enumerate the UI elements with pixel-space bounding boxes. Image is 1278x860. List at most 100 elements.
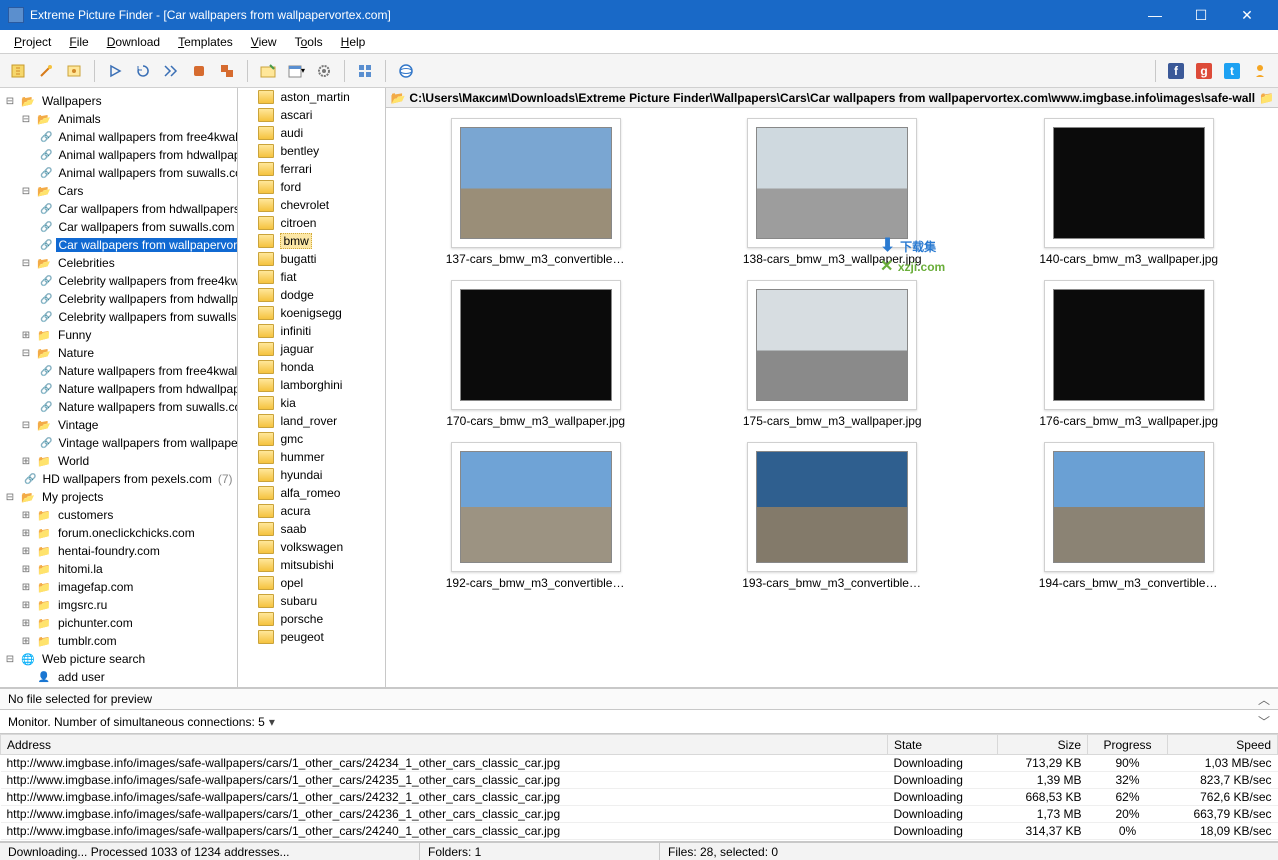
magic-wand-icon[interactable] [34, 59, 58, 83]
folder-row[interactable]: audi [238, 124, 385, 142]
folder-row[interactable]: ascari [238, 106, 385, 124]
tree-toggle[interactable]: ⊞ [20, 528, 32, 539]
thumbnail[interactable]: 138-cars_bmw_m3_wallpaper.jpg [689, 118, 976, 266]
tree-funny[interactable]: ⊞ Funny [0, 326, 237, 344]
tree-toggle[interactable]: ⊟ [20, 420, 32, 431]
tree-adduser[interactable]: add user [0, 668, 237, 686]
tree-toggle[interactable]: ⊞ [20, 636, 32, 647]
tree-toggle[interactable]: ⊞ [20, 456, 32, 467]
menu-view[interactable]: View [243, 33, 285, 51]
thumbnail[interactable]: 137-cars_bmw_m3_convertible_wallp... [392, 118, 679, 266]
open-folder-icon[interactable] [256, 59, 280, 83]
facebook-icon[interactable]: f [1164, 59, 1188, 83]
thumbnail[interactable]: 140-cars_bmw_m3_wallpaper.jpg [985, 118, 1272, 266]
tree-toggle[interactable]: ⊞ [20, 546, 32, 557]
refresh-icon[interactable] [131, 59, 155, 83]
tree-item[interactable]: Celebrity wallpapers from hdwallpapers.i… [0, 290, 237, 308]
tree-item[interactable]: ⊞ pichunter.com [0, 614, 237, 632]
tree-item[interactable]: ⊞ imagefap.com [0, 578, 237, 596]
tree-item[interactable]: Celebrity wallpapers from free4kwallpape… [0, 272, 237, 290]
tree-item[interactable]: sunshine beach (88) [0, 686, 237, 687]
folder-row[interactable]: bugatti [238, 250, 385, 268]
folder-row[interactable]: chevrolet [238, 196, 385, 214]
tree-item[interactable]: Nature wallpapers from suwalls.com [0, 398, 237, 416]
folder-row[interactable]: fiat [238, 268, 385, 286]
folder-row[interactable]: alfa_romeo [238, 484, 385, 502]
gear-icon[interactable] [312, 59, 336, 83]
tree-item[interactable]: ⊞ hentai-foundry.com [0, 542, 237, 560]
folder-row[interactable]: hyundai [238, 466, 385, 484]
folder-row[interactable]: honda [238, 358, 385, 376]
tree-item[interactable]: Nature wallpapers from hdwallpapers.in [0, 380, 237, 398]
col-speed[interactable]: Speed [1168, 735, 1278, 755]
tree-toggle[interactable]: ⊞ [20, 582, 32, 593]
menu-templates[interactable]: Templates [170, 33, 241, 51]
project-tree[interactable]: ⊟ Wallpapers ⊟ Animals Animal wallpapers… [0, 88, 238, 687]
folder-row[interactable]: jaguar [238, 340, 385, 358]
calendar-icon[interactable]: ▾ [284, 59, 308, 83]
download-grid[interactable]: Address State Size Progress Speed http:/… [0, 734, 1278, 842]
preview-bar[interactable]: No file selected for preview ︿ [0, 688, 1278, 710]
tree-vintage[interactable]: ⊟ Vintage [0, 416, 237, 434]
folder-row[interactable]: opel [238, 574, 385, 592]
folder-row[interactable]: porsche [238, 610, 385, 628]
download-row[interactable]: http://www.imgbase.info/images/safe-wall… [1, 755, 1278, 772]
tree-toggle[interactable]: ⊞ [20, 600, 32, 611]
folder-row[interactable]: lamborghini [238, 376, 385, 394]
stop-all-icon[interactable] [215, 59, 239, 83]
menu-tools[interactable]: Tools [287, 33, 331, 51]
dropdown-icon[interactable]: ▾ [269, 715, 275, 729]
tree-item[interactable]: ⊞ imgsrc.ru [0, 596, 237, 614]
tree-toggle[interactable]: ⊟ [20, 348, 32, 359]
folder-row[interactable]: gmc [238, 430, 385, 448]
folder-list[interactable]: aston_martinascariaudibentleyferrariford… [238, 88, 385, 687]
folder-row[interactable]: hummer [238, 448, 385, 466]
tree-item[interactable]: Animal wallpapers from free4kwallpapers.… [0, 128, 237, 146]
tree-toggle[interactable]: ⊞ [20, 564, 32, 575]
menu-download[interactable]: Download [99, 33, 168, 51]
download-row[interactable]: http://www.imgbase.info/images/safe-wall… [1, 772, 1278, 789]
twitter-icon[interactable]: t [1220, 59, 1244, 83]
col-size[interactable]: Size [998, 735, 1088, 755]
thumbnail[interactable]: 193-cars_bmw_m3_convertible_wallp... [689, 442, 976, 590]
tree-myprojects[interactable]: ⊟ My projects [0, 488, 237, 506]
tree-celebrities[interactable]: ⊟ Celebrities [0, 254, 237, 272]
folder-row[interactable]: dodge [238, 286, 385, 304]
tree-item[interactable]: Car wallpapers from hdwallpapers.in (19) [0, 200, 237, 218]
download-row[interactable]: http://www.imgbase.info/images/safe-wall… [1, 789, 1278, 806]
monitor-bar[interactable]: Monitor. Number of simultaneous connecti… [0, 710, 1278, 734]
folder-row[interactable]: mitsubishi [238, 556, 385, 574]
tree-toggle[interactable]: ⊟ [20, 258, 32, 269]
social-icon[interactable] [1248, 59, 1272, 83]
col-state[interactable]: State [888, 735, 998, 755]
new-project-icon[interactable] [6, 59, 30, 83]
folder-row[interactable]: volkswagen [238, 538, 385, 556]
tree-cars[interactable]: ⊟ Cars [0, 182, 237, 200]
tree-item[interactable]: HD wallpapers from pexels.com (7) [0, 470, 237, 488]
folder-row[interactable]: infiniti [238, 322, 385, 340]
play-icon[interactable] [103, 59, 127, 83]
menu-file[interactable]: File [61, 33, 96, 51]
folder-row[interactable]: bentley [238, 142, 385, 160]
tree-toggle[interactable]: ⊟ [4, 96, 16, 107]
tree-item[interactable]: ⊞ forum.oneclickchicks.com [0, 524, 237, 542]
folder-row[interactable]: ferrari [238, 160, 385, 178]
tree-item[interactable]: Nature wallpapers from free4kwallpapers.… [0, 362, 237, 380]
folder-row[interactable]: land_rover [238, 412, 385, 430]
tree-item[interactable]: ⊞ tumblr.com [0, 632, 237, 650]
tree-toggle[interactable]: ⊟ [20, 114, 32, 125]
folder-row[interactable]: bmw [238, 232, 385, 250]
folder-row[interactable]: acura [238, 502, 385, 520]
tree-animals[interactable]: ⊟ Animals [0, 110, 237, 128]
thumbnail[interactable]: 192-cars_bmw_m3_convertible_wallp... [392, 442, 679, 590]
thumbnail[interactable]: 176-cars_bmw_m3_wallpaper.jpg [985, 280, 1272, 428]
download-row[interactable]: http://www.imgbase.info/images/safe-wall… [1, 806, 1278, 823]
col-progress[interactable]: Progress [1088, 735, 1168, 755]
folder-row[interactable]: saab [238, 520, 385, 538]
folder-row[interactable]: aston_martin [238, 88, 385, 106]
tree-item[interactable]: ⊞ hitomi.la [0, 560, 237, 578]
folder-row[interactable]: koenigsegg [238, 304, 385, 322]
thumbnail-grid[interactable]: 137-cars_bmw_m3_convertible_wallp... 138… [386, 108, 1278, 687]
tree-toggle[interactable]: ⊟ [4, 654, 16, 665]
thumbnail[interactable]: 170-cars_bmw_m3_wallpaper.jpg [392, 280, 679, 428]
